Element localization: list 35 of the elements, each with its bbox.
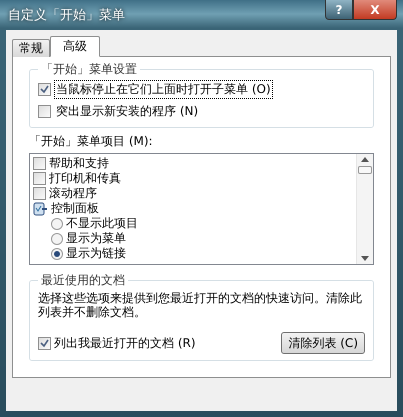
scroll-up-icon[interactable] [361, 157, 369, 162]
scroll-thumb[interactable] [358, 166, 372, 174]
list-item-label[interactable]: 打印机和传真 [49, 170, 121, 187]
control-panel-icon [33, 201, 48, 216]
group-title: 「开始」菜单设置 [40, 61, 138, 78]
list-item-label[interactable]: 滚动程序 [49, 185, 97, 202]
checkbox[interactable] [38, 83, 51, 96]
description-text: 选择这些选项来提供到您最近打开的文档的快速访问。清除此列表并不删除文档。 [38, 291, 363, 319]
tab[interactable]: 常规 [12, 39, 50, 57]
checkbox[interactable] [33, 172, 46, 185]
radio-button[interactable] [51, 218, 63, 230]
clear-list-button[interactable]: 清除列表 (C) [281, 332, 365, 354]
list-label: 「开始」菜单项目 (M): [29, 133, 154, 150]
radio-button[interactable] [51, 248, 63, 260]
window-title: 自定义「开始」菜单 [8, 7, 125, 24]
tab[interactable]: 高级 [50, 36, 100, 57]
checkbox[interactable] [33, 187, 46, 200]
list-item-label[interactable]: 不显示此项目 [66, 215, 138, 232]
list-item-label[interactable]: 显示为链接 [66, 245, 126, 262]
list-item-label[interactable]: 帮助和支持 [49, 155, 109, 172]
list-item-label[interactable]: 控制面板 [51, 200, 99, 217]
checkmark-icon [40, 338, 49, 348]
checkmark-icon [40, 85, 49, 94]
checkbox[interactable] [33, 157, 46, 170]
checkbox-label[interactable]: 当鼠标停止在它们上面时打开子菜单 (O) [54, 80, 273, 99]
scrollbar[interactable] [356, 154, 373, 264]
close-button[interactable]: X [353, 0, 397, 20]
group-title: 最近使用的文档 [40, 272, 126, 289]
radio-button[interactable] [51, 232, 63, 244]
checkbox[interactable] [38, 336, 51, 350]
scroll-down-icon[interactable] [361, 256, 369, 261]
list-item-label[interactable]: 显示为菜单 [66, 230, 126, 247]
checkbox-label[interactable]: 突出显示新安装的程序 (N) [54, 102, 200, 121]
checkbox[interactable] [38, 105, 51, 118]
checkbox-label[interactable]: 列出我最近打开的文档 (R) [54, 334, 196, 352]
